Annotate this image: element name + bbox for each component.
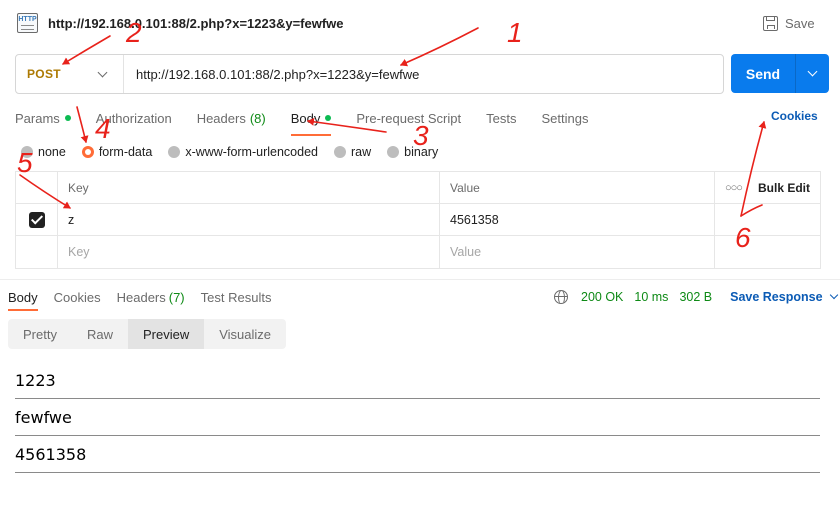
new-key-input[interactable]: Key	[58, 236, 440, 268]
column-header-value: Value	[440, 172, 715, 203]
row-check-cell	[16, 236, 58, 268]
view-tab-pretty[interactable]: Pretty	[8, 319, 72, 349]
tab-indicator-dot	[325, 115, 332, 121]
tab-label: Body	[290, 110, 321, 126]
response-tab-body[interactable]: Body	[8, 289, 38, 311]
row-enabled-checkbox[interactable]	[28, 211, 45, 228]
preview-line: 1223	[15, 362, 820, 399]
response-tab-headers[interactable]: Headers (7)	[117, 290, 185, 305]
table-header-row: Key Value ○○○ Bulk Edit	[16, 172, 820, 204]
tab-count: (8)	[249, 110, 266, 126]
view-tab-raw[interactable]: Raw	[72, 319, 128, 349]
tab-body[interactable]: Body	[290, 107, 332, 136]
radio-label: binary	[404, 145, 439, 159]
radio-label: x-www-form-urlencoded	[185, 145, 318, 159]
response-divider[interactable]	[0, 279, 840, 280]
tab-label: Cookies	[53, 289, 101, 305]
table-row-new: Key Value	[16, 236, 820, 268]
tab-count: (7)	[168, 289, 185, 305]
response-meta: 200 OK 10 ms 302 B Save Response	[554, 288, 838, 306]
row-actions-cell	[715, 204, 820, 235]
column-header-key: Key	[58, 172, 440, 203]
http-icon: HTTP	[17, 13, 38, 33]
radio-raw[interactable]: raw	[334, 145, 371, 159]
http-icon-text: HTTP	[18, 16, 37, 23]
tab-params[interactable]: Params	[15, 107, 71, 129]
key-cell[interactable]: z	[58, 204, 440, 235]
tab-label: Settings	[541, 110, 589, 126]
body-type-options: none form-data x-www-form-urlencoded raw…	[21, 143, 454, 161]
status-code[interactable]: 200 OK	[581, 290, 623, 304]
radio-button	[168, 146, 181, 158]
tab-label: Authorization	[95, 110, 172, 126]
http-icon-lines	[21, 25, 34, 30]
tab-tests[interactable]: Tests	[486, 107, 516, 129]
save-label: Save	[785, 15, 815, 31]
radio-label: raw	[351, 145, 372, 159]
method-label: POST	[27, 67, 61, 81]
radio-label: form-data	[98, 145, 153, 159]
radio-button	[387, 146, 400, 158]
save-response-button[interactable]: Save Response	[730, 290, 838, 304]
response-tab-cookies[interactable]: Cookies	[54, 290, 101, 305]
chevron-down-icon	[97, 67, 108, 77]
header-actions-cell: ○○○ Bulk Edit	[715, 172, 820, 203]
send-button-group: Send	[731, 54, 829, 93]
tab-label: Headers	[116, 289, 166, 305]
tab-headers[interactable]: Headers (8)	[197, 107, 266, 129]
response-view-tabs: Pretty Raw Preview Visualize	[8, 319, 287, 349]
radio-x-www-form-urlencoded[interactable]: x-www-form-urlencoded	[168, 145, 318, 159]
cookies-link[interactable]: Cookies	[771, 109, 818, 123]
radio-none[interactable]: none	[21, 145, 66, 159]
table-row: z 4561358	[16, 204, 820, 236]
url-input[interactable]	[124, 55, 723, 93]
tab-label: Body	[8, 289, 38, 305]
save-button[interactable]: Save	[763, 13, 815, 33]
response-size[interactable]: 302 B	[679, 290, 712, 304]
row-actions-cell	[715, 236, 820, 268]
request-tabs: Params Authorization Headers (8) Body Pr…	[15, 106, 613, 136]
new-value-input[interactable]: Value	[440, 236, 715, 268]
request-title[interactable]: http://192.168.0.101:88/2.php?x=1223&y=f…	[48, 16, 344, 31]
send-button[interactable]: Send	[731, 54, 795, 93]
chevron-down-icon	[807, 66, 818, 77]
radio-button	[81, 146, 94, 158]
tab-label: Params	[15, 110, 60, 126]
row-check-cell	[16, 204, 58, 235]
tab-label: Pre-request Script	[356, 110, 462, 126]
form-data-table: Key Value ○○○ Bulk Edit z 4561358 Key Va…	[15, 171, 821, 269]
tab-label: Test Results	[200, 289, 272, 305]
view-tab-preview[interactable]: Preview	[127, 319, 205, 349]
response-time[interactable]: 10 ms	[634, 290, 668, 304]
radio-binary[interactable]: binary	[387, 145, 438, 159]
header-check-cell	[16, 172, 58, 203]
response-tabs: Body Cookies Headers (7) Test Results	[8, 287, 287, 311]
save-response-label: Save Response	[730, 290, 823, 304]
tab-label: Headers	[196, 110, 246, 126]
value-cell[interactable]: 4561358	[440, 204, 715, 235]
tab-indicator-dot	[64, 115, 71, 121]
tab-label: Tests	[486, 110, 517, 126]
radio-label: none	[38, 145, 66, 159]
tab-pre-request-script[interactable]: Pre-request Script	[356, 107, 461, 129]
view-tab-visualize[interactable]: Visualize	[204, 319, 286, 349]
save-icon	[763, 15, 778, 31]
request-bar: POST	[15, 54, 724, 94]
tab-settings[interactable]: Settings	[541, 107, 588, 129]
preview-line: fewfwe	[15, 399, 820, 436]
response-preview: 1223 fewfwe 4561358	[15, 362, 820, 473]
globe-icon[interactable]	[554, 290, 568, 304]
more-options-icon[interactable]: ○○○	[725, 182, 743, 194]
radio-button	[334, 146, 346, 158]
preview-line: 4561358	[15, 436, 820, 473]
send-options-button[interactable]	[796, 54, 829, 93]
title-bar: HTTP http://192.168.0.101:88/2.php?x=122…	[0, 0, 840, 46]
radio-form-data[interactable]: form-data	[81, 145, 153, 159]
radio-button	[21, 146, 33, 158]
tab-authorization[interactable]: Authorization	[96, 107, 172, 129]
response-tab-test-results[interactable]: Test Results	[201, 290, 272, 305]
chevron-down-icon	[829, 290, 838, 300]
bulk-edit-button[interactable]: Bulk Edit	[758, 181, 810, 195]
method-select[interactable]: POST	[16, 55, 124, 93]
